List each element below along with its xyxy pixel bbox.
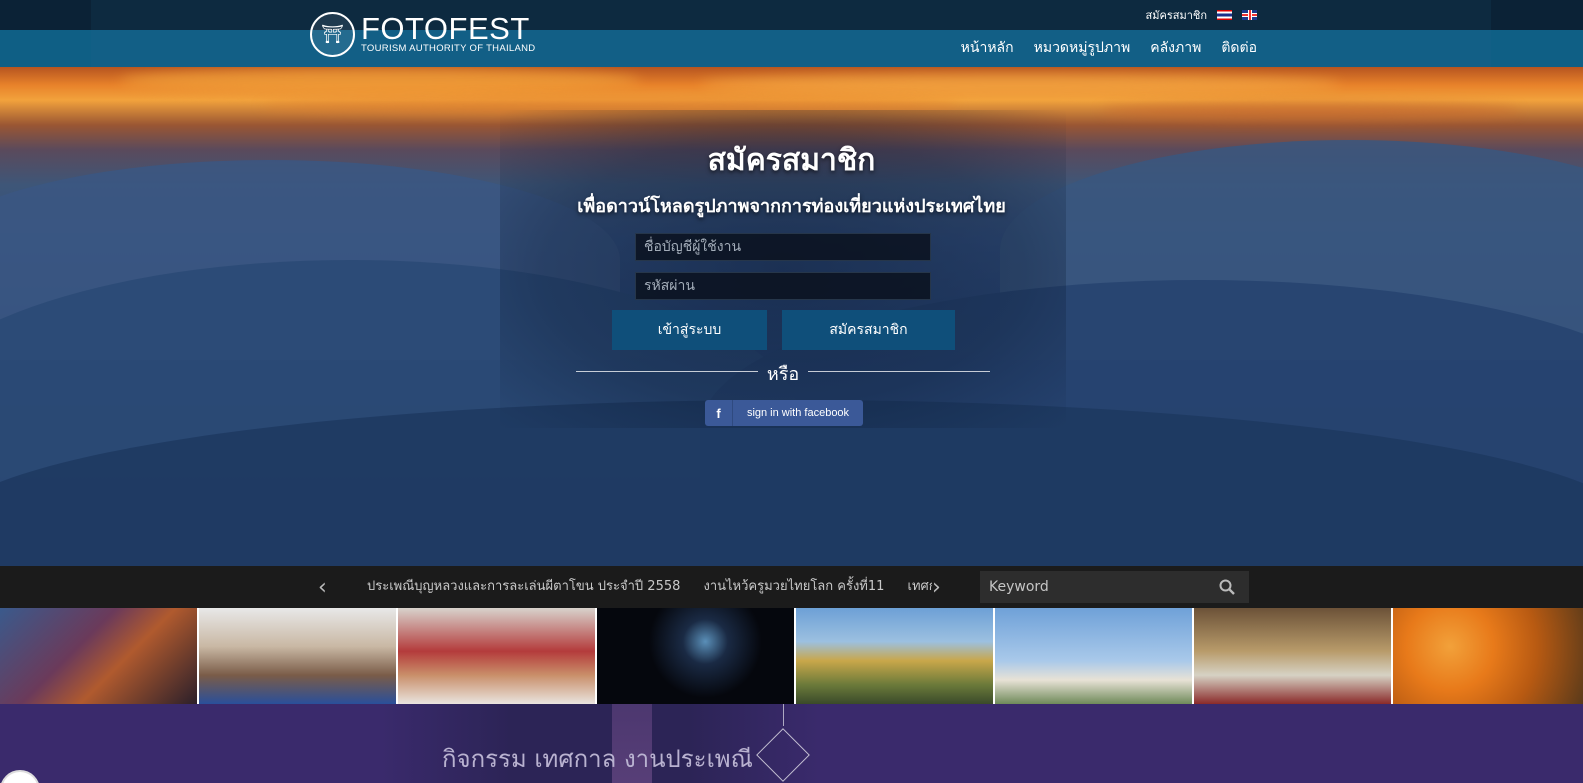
marigold-flowers-thumbnail[interactable] (1393, 608, 1583, 704)
facebook-signin-button[interactable]: f sign in with facebook (705, 400, 863, 426)
logo-subtitle: TOURISM AUTHORITY OF THAILAND (361, 43, 536, 54)
tat-emblem-icon: ⛩ (310, 12, 355, 57)
event-ticker: ‹ ประเพณีบุญหลวงและการละเล่นผีตาโขน ประจ… (0, 566, 1583, 608)
nav-home[interactable]: หน้าหลัก (961, 37, 1014, 59)
or-text: หรือ (766, 364, 800, 385)
register-button[interactable]: สมัครสมาชิก (782, 310, 955, 350)
nav-contact[interactable]: ติดต่อ (1221, 37, 1257, 59)
fireworks-night-thumbnail[interactable] (597, 608, 794, 704)
uk-flag-icon[interactable] (1242, 10, 1257, 20)
thumbnail-strip (0, 608, 1583, 704)
facebook-icon: f (705, 400, 733, 426)
activities-section (0, 704, 1583, 783)
section-divider-line (783, 704, 784, 726)
chevron-left-icon[interactable]: ‹ (318, 575, 327, 600)
username-input[interactable] (635, 233, 931, 261)
fotofest-logo[interactable]: ⛩ FOTOFEST TOURISM AUTHORITY OF THAILAND (310, 12, 535, 57)
festival-elephant-thumbnail[interactable] (0, 608, 197, 704)
password-input[interactable] (635, 272, 931, 300)
procession-thumbnail[interactable] (796, 608, 993, 704)
login-button[interactable]: เข้าสู่ระบบ (612, 310, 767, 350)
nav-gallery[interactable]: คลังภาพ (1150, 37, 1201, 59)
chevron-right-icon[interactable]: › (932, 575, 941, 600)
market-stall-thumbnail[interactable] (1194, 608, 1391, 704)
or-divider-right (808, 371, 990, 372)
nav-categories[interactable]: หมวดหมู่รูปภาพ (1034, 37, 1131, 59)
ticker-item[interactable]: งานไหว้ครูมวยไทยโลก ครั้งที่11 (703, 566, 884, 608)
pavilion-thumbnail[interactable] (995, 608, 1192, 704)
facebook-signin-label: sign in with facebook (746, 407, 850, 419)
search-input[interactable] (980, 571, 1210, 603)
ticker-item[interactable]: ประเพณีบุญหลวงและการละเล่นผีตาโขน ประจำป… (367, 566, 680, 608)
muay-thai-boxer-thumbnail[interactable] (199, 608, 396, 704)
main-nav: หน้าหลัก หมวดหมู่รูปภาพ คลังภาพ ติดต่อ (961, 37, 1257, 59)
signup-subtitle: เพื่อดาวน์โหลดรูปภาพจากการท่องเที่ยวแห่ง… (577, 196, 1006, 217)
top-links: สมัครสมาชิก (1146, 6, 1257, 24)
ticker-track: ประเพณีบุญหลวงและการละเล่นผีตาโขน ประจำป… (367, 566, 932, 608)
ticker-item[interactable]: เทศกาลส (908, 566, 933, 608)
or-divider-left (576, 371, 758, 372)
top-register-link[interactable]: สมัครสมาชิก (1146, 6, 1208, 24)
logo-title: FOTOFEST (361, 11, 530, 46)
top-bar (0, 0, 1583, 30)
section-title: กิจกรรม เทศกาล งานประเพณี (442, 745, 753, 773)
muay-thai-ring-thumbnail[interactable] (398, 608, 595, 704)
search-box (980, 571, 1249, 603)
th-flag-icon[interactable] (1217, 10, 1232, 20)
nav-bar (0, 30, 1583, 67)
signup-title: สมัครสมาชิก (707, 143, 876, 178)
search-icon[interactable] (1219, 579, 1235, 595)
